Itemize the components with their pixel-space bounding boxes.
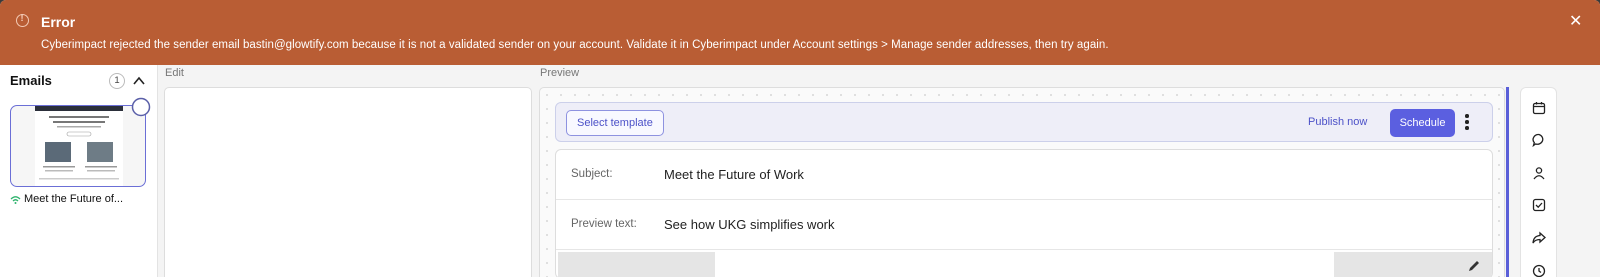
checkbox-icon[interactable] — [1532, 198, 1546, 212]
error-title: Error — [41, 14, 76, 30]
emails-count-badge: 1 — [109, 73, 125, 89]
edit-pencil-icon[interactable] — [1466, 258, 1482, 274]
email-item-label: Meet the Future of... — [24, 193, 124, 205]
edit-label: Edit — [165, 67, 184, 79]
chat-icon[interactable] — [1532, 133, 1546, 147]
emails-heading: Emails — [10, 73, 52, 88]
subject-label: Subject: — [571, 168, 613, 180]
email-body-header-left — [558, 252, 715, 277]
edit-panel[interactable] — [164, 87, 532, 277]
calendar-icon[interactable] — [1532, 101, 1546, 115]
email-thumbnail[interactable] — [10, 105, 146, 187]
email-preview-card: Subject: Meet the Future of Work Preview… — [555, 149, 1493, 277]
email-thumbnail-page — [35, 106, 123, 186]
more-options-icon[interactable] — [1463, 114, 1471, 132]
subject-value: Meet the Future of Work — [664, 167, 804, 182]
app-window: Error Cyberimpact rejected the sender em… — [0, 0, 1600, 277]
preview-accent-bar — [1506, 87, 1509, 277]
schedule-button[interactable]: Schedule — [1390, 109, 1455, 137]
preview-text-label: Preview text: — [571, 218, 637, 230]
error-message: Cyberimpact rejected the sender email ba… — [41, 39, 1109, 51]
preview-label: Preview — [540, 67, 580, 79]
emails-panel: Emails 1 Meet the Future of... — [0, 65, 158, 277]
preview-toolbar: Select template Publish now Schedule — [555, 102, 1493, 142]
select-circle-icon[interactable] — [131, 97, 151, 117]
broadcast-icon — [10, 195, 21, 204]
right-toolbar — [1520, 87, 1557, 277]
close-icon[interactable]: ✕ — [1569, 14, 1582, 30]
subject-row: Subject: Meet the Future of Work — [556, 150, 1492, 200]
error-banner: Error Cyberimpact rejected the sender em… — [0, 0, 1600, 65]
warning-icon — [16, 13, 29, 27]
user-icon[interactable] — [1532, 166, 1546, 180]
clock-icon[interactable] — [1532, 264, 1546, 277]
publish-now-button[interactable]: Publish now — [1308, 116, 1367, 128]
share-icon[interactable] — [1532, 231, 1546, 245]
preview-text-row: Preview text: See how UKG simplifies wor… — [556, 200, 1492, 250]
chevron-up-icon[interactable] — [132, 74, 146, 88]
select-template-button[interactable]: Select template — [566, 110, 664, 136]
email-item[interactable]: Meet the Future of... — [10, 193, 123, 205]
preview-text-value: See how UKG simplifies work — [664, 217, 835, 232]
